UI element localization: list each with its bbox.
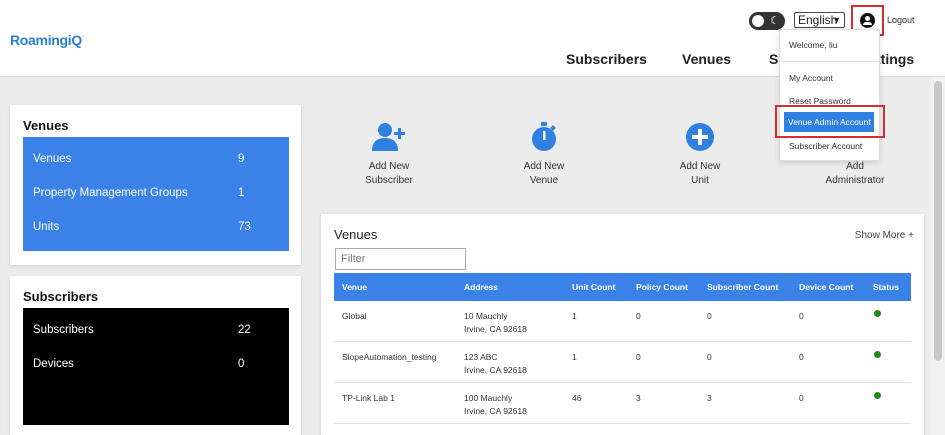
stat-value: 22 — [238, 324, 251, 336]
cell-subscriber-count: 3 — [707, 393, 712, 403]
venues-table-card: Venues Show More + Venue Address Unit Co… — [321, 214, 924, 435]
table-row[interactable]: SlopeAutomation_testing 123 ABC Irvine, C… — [334, 342, 911, 383]
address-line2: Irvine, CA 92618 — [464, 365, 527, 375]
logo-accent: · — [81, 32, 85, 41]
cell-unit-count: 1 — [572, 352, 577, 362]
cell-policy-count: 0 — [636, 311, 641, 321]
action-label-line2: Subscriber — [365, 175, 413, 186]
stat-row-units[interactable]: Units 73 — [33, 221, 279, 233]
stat-value: 1 — [238, 187, 245, 199]
logout-link[interactable]: Logout — [887, 15, 915, 25]
action-label-line1: Add New — [679, 161, 721, 172]
add-new-subscriber-action[interactable]: Add New Subscriber — [349, 122, 429, 188]
add-new-venue-action[interactable]: Add New Venue — [504, 122, 584, 188]
table-row[interactable]: Global 10 Mauchly Irvine, CA 92618 1 0 0 … — [334, 301, 911, 342]
add-user-icon — [372, 123, 405, 151]
cell-address: 123 ABC Irvine, CA 92618 — [464, 351, 527, 377]
cell-address: 100 Mauchly Irvine, CA 92618 — [464, 392, 527, 418]
welcome-text: Welcome, liu — [789, 40, 838, 50]
venues-stat-panel: Venues 9 Property Management Groups 1 Un… — [23, 137, 289, 251]
cell-unit-count: 1 — [572, 311, 577, 321]
logo-text: RoamingiQ — [10, 32, 82, 48]
column-header-venue[interactable]: Venue — [342, 282, 367, 292]
cell-unit-count: 46 — [572, 393, 582, 403]
status-online-dot — [874, 392, 881, 399]
cell-device-count: 0 — [799, 311, 804, 321]
nav-subscribers[interactable]: Subscribers — [566, 51, 647, 67]
venues-card-title: Venues — [23, 118, 69, 133]
stat-row-devices[interactable]: Devices 0 — [33, 358, 279, 370]
stat-row-subscribers[interactable]: Subscribers 22 — [33, 324, 279, 336]
table-row[interactable]: TP-Link Lab 1 100 Mauchly Irvine, CA 9261… — [334, 383, 911, 424]
menu-item-venue-admin-account[interactable]: Venue Admin Account — [784, 112, 874, 132]
scrollbar-thumb[interactable] — [934, 81, 942, 361]
cell-policy-count: 0 — [636, 352, 641, 362]
stat-value: 73 — [238, 221, 251, 233]
action-label-line2: Venue — [529, 175, 559, 186]
column-header-device-count[interactable]: Device Count — [799, 282, 853, 292]
menu-item-my-account[interactable]: My Account — [789, 73, 833, 83]
status-online-dot — [874, 351, 881, 358]
cell-venue: Global — [342, 311, 367, 321]
account-dropdown-menu: Welcome, liu My Account Reset Password S… — [779, 29, 880, 161]
address-line1: 10 Mauchly — [464, 311, 508, 321]
moon-icon: ☾ — [770, 15, 780, 27]
address-line1: 123 ABC — [464, 352, 498, 362]
page-scrollbar[interactable] — [931, 77, 945, 435]
column-header-address[interactable]: Address — [464, 282, 498, 292]
menu-item-subscriber-account[interactable]: Subscriber Account — [789, 141, 862, 151]
stat-value: 9 — [238, 153, 245, 165]
subscribers-card-title: Subscribers — [23, 289, 99, 304]
add-new-unit-action[interactable]: Add New Unit — [660, 122, 740, 188]
cell-venue: TP-Link Lab 1 — [342, 393, 395, 403]
nav-venues[interactable]: Venues — [682, 51, 731, 67]
nav-settings[interactable]: ttings — [876, 51, 914, 67]
cell-address: 10 Mauchly Irvine, CA 92618 — [464, 310, 527, 336]
show-more-link[interactable]: Show More + — [855, 230, 914, 241]
toggle-knob — [752, 15, 764, 27]
stat-value: 0 — [238, 358, 245, 370]
subscribers-stat-panel: Subscribers 22 Devices 0 — [23, 308, 289, 425]
stat-label: Units — [33, 221, 60, 233]
language-select[interactable]: English ▼ — [794, 12, 845, 28]
venues-table-title: Venues — [334, 227, 378, 242]
column-header-policy-count[interactable]: Policy Count — [636, 282, 688, 292]
stat-label: Subscribers — [33, 324, 94, 336]
dark-mode-toggle[interactable]: ☾ — [749, 12, 785, 30]
stat-label: Devices — [33, 358, 74, 370]
nav-partial-item[interactable]: S — [769, 51, 778, 67]
cell-device-count: 0 — [799, 352, 804, 362]
filter-input[interactable] — [335, 248, 466, 270]
address-line2: Irvine, CA 92618 — [464, 406, 527, 416]
address-line2: Irvine, CA 92618 — [464, 324, 527, 334]
column-header-status[interactable]: Status — [873, 282, 899, 292]
stat-row-venues[interactable]: Venues 9 — [33, 153, 279, 165]
chevron-down-icon: ▼ — [832, 15, 841, 25]
stat-row-pmg[interactable]: Property Management Groups 1 — [33, 187, 279, 199]
table-header: Venue Address Unit Count Policy Count Su… — [334, 273, 911, 301]
cell-subscriber-count: 0 — [707, 352, 712, 362]
address-line1: 100 Mauchly — [464, 393, 513, 403]
action-label-line2: Administrator — [825, 175, 885, 186]
user-circle-icon — [860, 13, 875, 28]
cell-policy-count: 3 — [636, 393, 641, 403]
column-header-subscriber-count[interactable]: Subscriber Count — [707, 282, 778, 292]
venues-summary-card: Venues Venues 9 Property Management Grou… — [10, 105, 301, 265]
cell-venue: SlopeAutomation_testing — [342, 352, 437, 362]
action-label-line1: Add New — [368, 161, 410, 172]
stopwatch-icon — [532, 122, 556, 151]
menu-divider — [780, 61, 879, 62]
subscribers-summary-card: Subscribers Subscribers 22 Devices 0 — [10, 276, 301, 435]
stat-label: Property Management Groups — [33, 187, 188, 199]
cell-device-count: 0 — [799, 393, 804, 403]
action-label-line2: Unit — [691, 175, 709, 186]
status-online-dot — [874, 310, 881, 317]
roamingiq-logo[interactable]: RoamingiQ· — [10, 32, 85, 48]
column-header-unit-count[interactable]: Unit Count — [572, 282, 615, 292]
action-label-line1: Add New — [523, 161, 565, 172]
cell-subscriber-count: 0 — [707, 311, 712, 321]
action-label-line1: Add — [846, 161, 864, 172]
plus-circle-icon — [686, 123, 714, 151]
stat-label: Venues — [33, 153, 72, 165]
